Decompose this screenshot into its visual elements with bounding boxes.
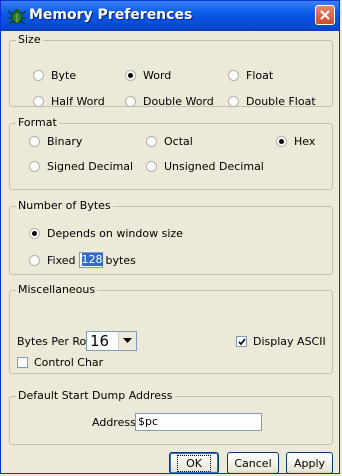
size-group: Size Byte Word Float Half Word Double Wo… bbox=[9, 33, 333, 108]
radio-indicator bbox=[125, 96, 136, 107]
option-label: Unsigned Decimal bbox=[164, 160, 264, 173]
ok-button[interactable]: OK bbox=[169, 452, 219, 474]
default-start-dump-address-group: Default Start Dump Address Address $pc bbox=[9, 389, 333, 445]
size-option-double-word[interactable]: Double Word bbox=[125, 95, 214, 108]
option-label: Hex bbox=[294, 135, 316, 148]
checkbox-label: Control Char bbox=[34, 356, 104, 369]
size-group-label: Size bbox=[16, 33, 43, 47]
radio-indicator bbox=[276, 136, 287, 147]
radio-indicator bbox=[29, 161, 40, 172]
option-label: Octal bbox=[164, 135, 193, 148]
radio-indicator bbox=[29, 136, 40, 147]
radio-indicator bbox=[146, 136, 157, 147]
memory-preferences-dialog: Memory Preferences Size Byte Word Float … bbox=[0, 0, 340, 474]
checkbox-indicator bbox=[17, 357, 28, 368]
radio-indicator bbox=[125, 70, 136, 81]
dropdown-button[interactable] bbox=[118, 332, 136, 350]
radio-indicator bbox=[29, 254, 40, 266]
option-label: Double Float bbox=[246, 95, 316, 108]
option-label: Half Word bbox=[51, 95, 105, 108]
control-char-checkbox[interactable]: Control Char bbox=[17, 356, 103, 369]
size-option-byte[interactable]: Byte bbox=[33, 69, 76, 82]
radio-indicator bbox=[228, 70, 239, 81]
address-label: Address bbox=[92, 416, 136, 429]
format-option-binary[interactable]: Binary bbox=[29, 135, 82, 148]
apply-button-label: Apply bbox=[293, 456, 326, 470]
number-of-bytes-group-label: Number of Bytes bbox=[16, 199, 113, 213]
radio-indicator bbox=[228, 96, 239, 107]
size-option-float[interactable]: Float bbox=[228, 69, 273, 82]
size-option-word[interactable]: Word bbox=[125, 69, 171, 82]
option-label: Fixed bbox=[47, 253, 76, 267]
title-bar[interactable]: Memory Preferences bbox=[1, 1, 339, 31]
radio-indicator bbox=[146, 161, 157, 172]
format-option-hex[interactable]: Hex bbox=[276, 135, 315, 148]
format-option-octal[interactable]: Octal bbox=[146, 135, 193, 148]
bytes-option-depends[interactable]: Depends on window size bbox=[29, 227, 183, 240]
default-start-dump-address-label: Default Start Dump Address bbox=[16, 389, 175, 403]
bytes-option-fixed[interactable]: Fixed 128 bytes bbox=[29, 252, 136, 268]
address-input[interactable]: $pc bbox=[135, 413, 262, 431]
number-of-bytes-group: Number of Bytes Depends on window size F… bbox=[9, 199, 333, 275]
window-title: Memory Preferences bbox=[29, 7, 193, 23]
close-icon bbox=[320, 10, 330, 20]
bytes-per-row-select[interactable]: 16 bbox=[86, 331, 137, 351]
radio-indicator bbox=[33, 96, 44, 107]
option-label: Float bbox=[246, 69, 274, 82]
radio-indicator bbox=[29, 228, 40, 239]
option-label: Byte bbox=[51, 69, 77, 82]
size-option-half-word[interactable]: Half Word bbox=[33, 95, 105, 108]
option-label: Binary bbox=[47, 135, 83, 148]
option-label: Word bbox=[143, 69, 172, 82]
format-option-unsigned-decimal[interactable]: Unsigned Decimal bbox=[146, 160, 264, 173]
format-group: Format Binary Octal Hex Signed Decimal U… bbox=[9, 116, 333, 190]
checkmark-icon bbox=[237, 338, 246, 345]
format-option-signed-decimal[interactable]: Signed Decimal bbox=[29, 160, 133, 173]
option-label: Signed Decimal bbox=[47, 160, 134, 173]
close-button[interactable] bbox=[315, 5, 335, 25]
miscellaneous-group: Miscellaneous Bytes Per Row 16 Display A… bbox=[9, 283, 333, 374]
miscellaneous-group-label: Miscellaneous bbox=[16, 283, 98, 297]
fixed-bytes-value: 128 bbox=[81, 253, 103, 266]
checkbox-label: Display ASCII bbox=[253, 335, 326, 348]
cancel-button[interactable]: Cancel bbox=[227, 452, 279, 474]
radio-indicator bbox=[33, 70, 44, 81]
option-label: Depends on window size bbox=[47, 227, 183, 240]
bytes-per-row-value: 16 bbox=[90, 332, 110, 350]
size-option-double-float[interactable]: Double Float bbox=[228, 95, 316, 108]
fixed-bytes-input[interactable]: 128 bbox=[78, 252, 103, 268]
display-ascii-checkbox[interactable]: Display ASCII bbox=[236, 335, 326, 348]
fixed-bytes-suffix: bytes bbox=[105, 253, 136, 267]
checkbox-indicator bbox=[236, 336, 247, 347]
bug-icon bbox=[7, 8, 27, 25]
format-group-label: Format bbox=[16, 116, 59, 130]
apply-button[interactable]: Apply bbox=[286, 452, 333, 474]
bytes-per-row-label: Bytes Per Row bbox=[17, 335, 96, 348]
cancel-button-label: Cancel bbox=[234, 456, 272, 470]
ok-button-label: OK bbox=[177, 454, 211, 472]
option-label: Double Word bbox=[143, 95, 214, 108]
chevron-down-icon bbox=[123, 338, 132, 343]
